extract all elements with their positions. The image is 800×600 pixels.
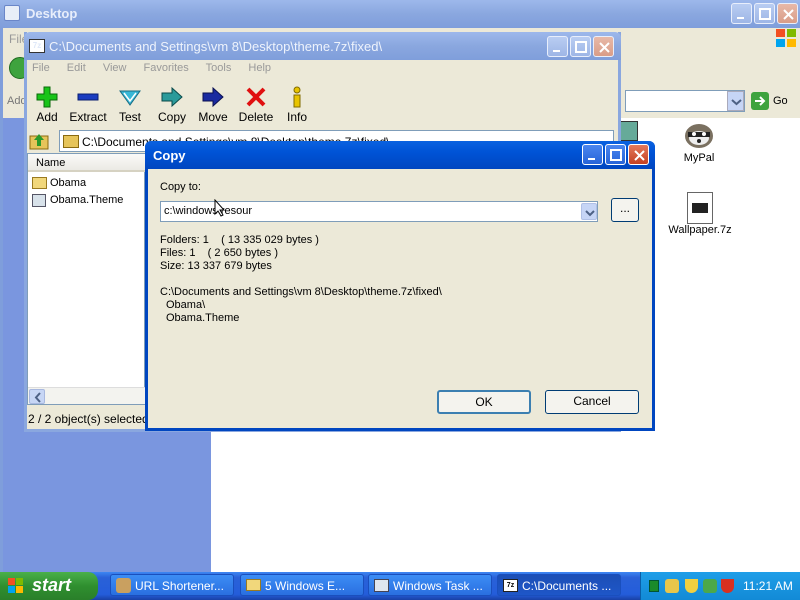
info-button[interactable]: Info (274, 84, 320, 124)
copy-dialog-titlebar[interactable]: Copy (145, 141, 655, 169)
folder-up-button[interactable] (27, 130, 53, 152)
source-item: Obama\ (166, 299, 206, 311)
info-icon (274, 84, 320, 110)
source-item: Obama.Theme (166, 312, 240, 324)
extract-button[interactable]: Extract (65, 84, 111, 124)
plus-icon (24, 84, 70, 110)
desktop-maximize-button[interactable] (754, 3, 775, 24)
folder-up-icon (29, 134, 49, 150)
copy-minimize-button[interactable] (582, 144, 603, 165)
sevenzip-minimize-button[interactable] (547, 36, 568, 57)
menu-help[interactable]: Help (248, 62, 271, 74)
folders-info: Folders: 1 ( 13 335 029 bytes ) (160, 234, 319, 246)
theme-file-icon (32, 194, 46, 207)
move-button[interactable]: Move (190, 84, 236, 124)
desktop-minimize-button[interactable] (731, 3, 752, 24)
desktop-window-title: Desktop (26, 6, 78, 21)
scroll-left-button[interactable] (29, 389, 45, 404)
files-info: Files: 1 ( 2 650 bytes ) (160, 247, 278, 259)
mouse-cursor (214, 198, 226, 217)
column-header-name[interactable]: Name (28, 154, 145, 172)
sevenzip-close-button[interactable] (593, 36, 614, 57)
delete-x-icon (233, 84, 279, 110)
raccoon-icon (682, 118, 716, 152)
folder-icon (63, 135, 79, 148)
clock: 11:21 AM (743, 579, 793, 593)
menu-file[interactable]: File (32, 62, 50, 74)
copy-arrow-icon (149, 84, 195, 110)
windows-flag-icon (8, 578, 24, 594)
task-manager-icon (374, 579, 389, 592)
desktop-icon-wallpaper[interactable]: Wallpaper.7z (664, 192, 736, 236)
menu-favorites[interactable]: Favorites (144, 62, 189, 74)
folder-icon (246, 579, 261, 591)
copy-close-button[interactable] (628, 144, 649, 165)
archive-icon (687, 192, 713, 224)
explorer-icon (4, 5, 20, 21)
7zip-icon: 7z (503, 579, 518, 592)
copy-maximize-button[interactable] (605, 144, 626, 165)
start-button[interactable]: start (0, 572, 98, 600)
desktop-icon-label: Wallpaper.7z (668, 224, 732, 236)
ok-button[interactable]: OK (437, 390, 531, 414)
7zip-icon: 7z (29, 39, 45, 53)
folder-icon (32, 177, 47, 189)
menu-tools[interactable]: Tools (206, 62, 232, 74)
tray-icon[interactable] (649, 580, 659, 592)
chevron-down-icon[interactable] (581, 203, 597, 220)
taskbar-item-7zip[interactable]: 7z C:\Documents ... (497, 574, 621, 596)
start-label: start (32, 575, 72, 595)
status-bar: 2 / 2 object(s) selected (28, 412, 149, 426)
add-button[interactable]: Add (24, 84, 70, 124)
go-arrow-icon[interactable] (751, 92, 769, 110)
shield-icon[interactable] (685, 579, 698, 593)
sevenzip-titlebar[interactable]: 7z C:\Documents and Settings\vm 8\Deskto… (24, 32, 621, 60)
address-dropdown-icon[interactable] (727, 91, 744, 111)
tray-icon[interactable] (665, 579, 679, 593)
copy-dialog-title: Copy (153, 148, 186, 163)
security-alert-icon[interactable] (721, 579, 734, 593)
copy-dialog: Copy Copy to: c:\windows\resour ... Fold… (145, 141, 655, 431)
app-icon (116, 578, 131, 593)
file-name: Obama.Theme (50, 194, 124, 206)
check-icon (107, 84, 153, 110)
copy-button[interactable]: Copy (149, 84, 195, 124)
taskbar-item-windows-explorer[interactable]: 5 Windows E... (240, 574, 364, 596)
source-path: C:\Documents and Settings\vm 8\Desktop\t… (160, 286, 442, 298)
test-button[interactable]: Test (107, 84, 153, 124)
menu-edit[interactable]: Edit (67, 62, 86, 74)
copy-to-label: Copy to: (160, 181, 201, 193)
size-info: Size: 13 337 679 bytes (160, 260, 272, 272)
minus-icon (65, 84, 111, 110)
desktop-icon-label: MyPal (683, 152, 715, 164)
cancel-button[interactable]: Cancel (545, 390, 639, 414)
copy-to-input[interactable]: c:\windows\resour (164, 205, 252, 217)
file-name: Obama (50, 177, 87, 189)
sevenzip-maximize-button[interactable] (570, 36, 591, 57)
windows-logo-icon (775, 28, 797, 48)
desktop-icon-mypal[interactable]: MyPal (668, 118, 730, 164)
partial-icon (620, 121, 638, 141)
go-button[interactable]: Go (773, 95, 788, 107)
sevenzip-title: C:\Documents and Settings\vm 8\Desktop\t… (49, 39, 383, 54)
taskbar-item-url-shortener[interactable]: URL Shortener... (110, 574, 234, 596)
tray-icon[interactable] (703, 579, 717, 593)
file-list[interactable]: Name Obama Obama.Theme (27, 153, 145, 405)
desktop-window-titlebar[interactable]: Desktop (0, 0, 800, 28)
horizontal-scrollbar[interactable] (28, 387, 145, 404)
sevenzip-menubar: File Edit View Favorites Tools Help (32, 62, 285, 74)
system-tray: 11:21 AM (640, 572, 800, 600)
delete-button[interactable]: Delete (233, 84, 279, 124)
taskbar-item-task-manager[interactable]: Windows Task ... (368, 574, 492, 596)
browse-button[interactable]: ... (611, 198, 639, 222)
move-arrow-icon (190, 84, 236, 110)
menu-view[interactable]: View (103, 62, 127, 74)
desktop-close-button[interactable] (777, 3, 798, 24)
